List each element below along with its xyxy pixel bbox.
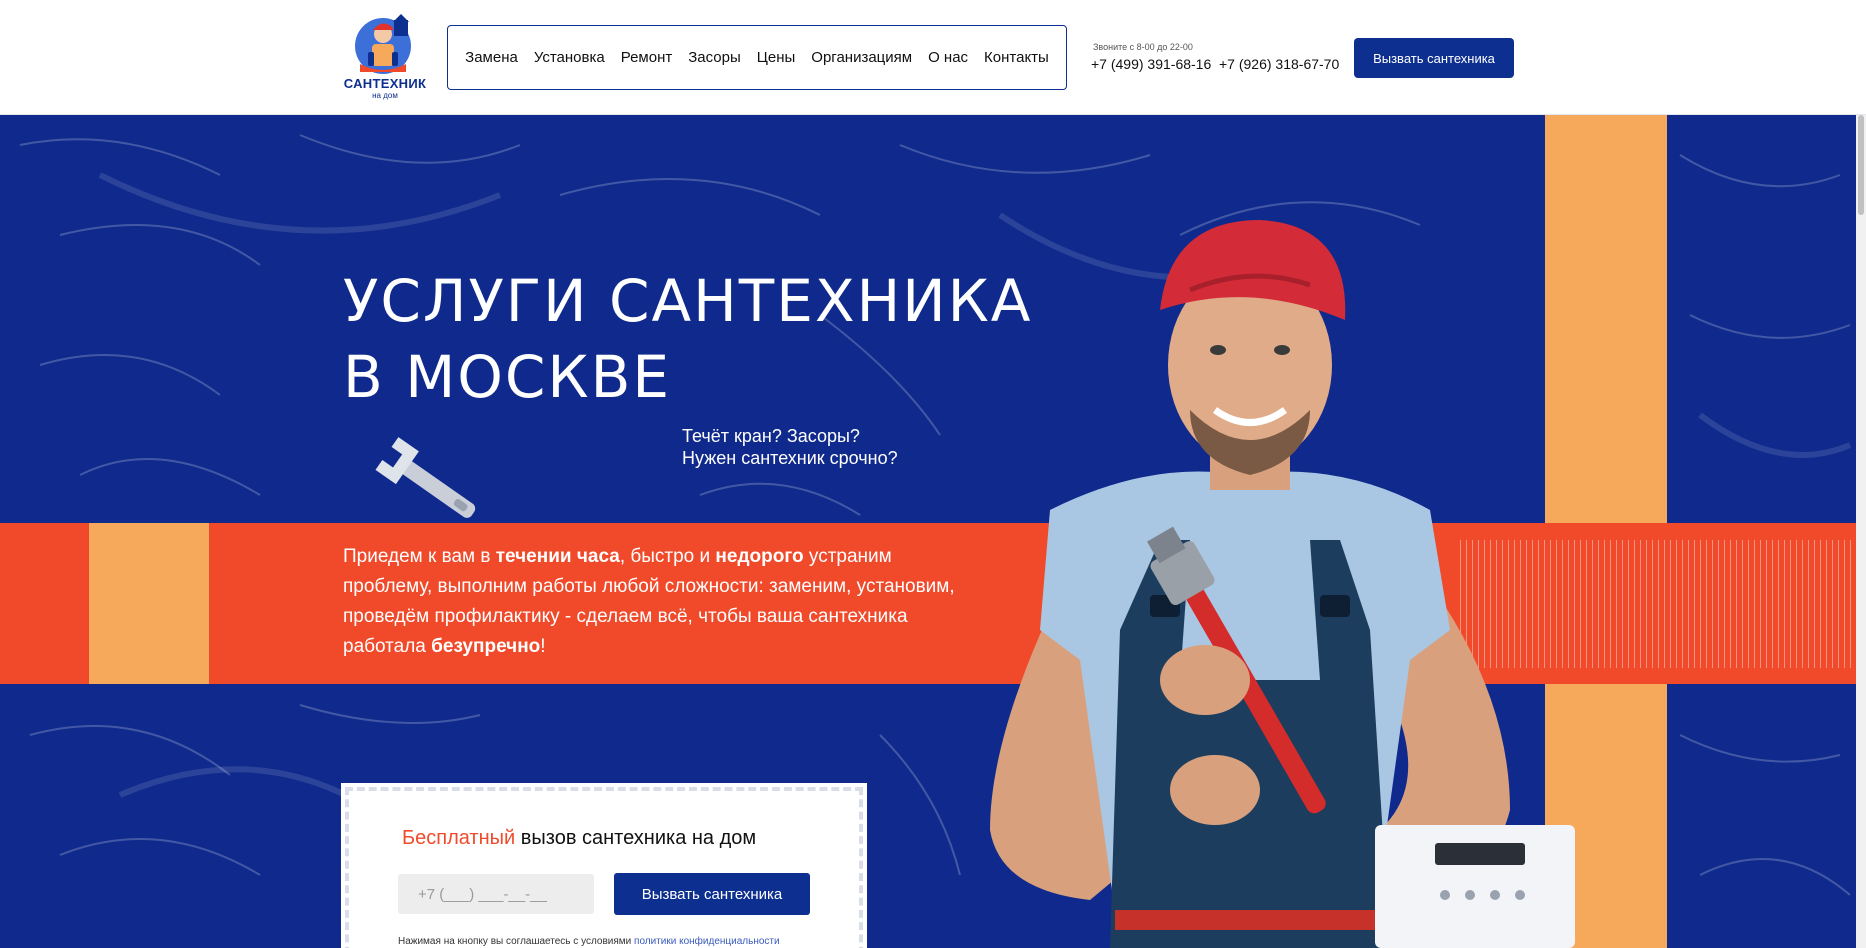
wrench-icon (375, 437, 476, 518)
phone-block: Звоните с 8-00 до 22-00 +7 (499) 391-68-… (1088, 42, 1339, 82)
nav-item-ustanovka[interactable]: Установка (534, 49, 605, 66)
desc-text-2: , быстро и (619, 546, 716, 567)
main-nav: Замена Установка Ремонт Засоры Цены Орга… (447, 25, 1067, 90)
form-call-button[interactable]: Вызвать сантехника (614, 873, 810, 915)
hero-section: УСЛУГИ САНТЕХНИКА В МОСКВЕ Течёт кран? З… (0, 115, 1856, 948)
nav-item-contacts[interactable]: Контакты (984, 49, 1049, 66)
logo[interactable]: САНТЕХНИК на дом (340, 10, 430, 100)
nav-item-remont[interactable]: Ремонт (621, 49, 673, 66)
washing-machine-image (1375, 825, 1575, 948)
hero-title: УСЛУГИ САНТЕХНИКА В МОСКВЕ (343, 263, 1032, 415)
scrollbar-track[interactable] (1856, 115, 1866, 948)
nav-item-zamena[interactable]: Замена (465, 49, 518, 66)
working-hours: Звоните с 8-00 до 22-00 (1093, 42, 1193, 52)
form-heading: Бесплатный вызов сантехника на дом (402, 827, 756, 850)
phone-link-1[interactable]: +7 (499) 391-68-16 (1091, 56, 1211, 72)
nav-item-tseny[interactable]: Цены (757, 49, 796, 66)
scrollbar-thumb[interactable] (1858, 115, 1864, 215)
hero-description: Приедем к вам в течении часа, быстро и н… (343, 542, 963, 662)
hero-title-line-2: В МОСКВЕ (343, 343, 672, 411)
form-heading-accent: Бесплатный (402, 827, 516, 849)
desc-bold-2: недорого (715, 546, 804, 567)
privacy-policy-link[interactable]: политики конфиденциальности (634, 936, 780, 947)
hero-title-line-1: УСЛУГИ САНТЕХНИКА (343, 267, 1033, 335)
plumber-logo-icon (355, 14, 411, 74)
nav-item-about[interactable]: О нас (928, 49, 968, 66)
desc-bold-1: течении часа (495, 546, 620, 567)
phone-link-2[interactable]: +7 (926) 318-67-70 (1219, 56, 1339, 72)
desc-text-1: Приедем к вам в (343, 546, 496, 567)
hero-subtitle-line-1: Течёт кран? Засоры? (682, 426, 860, 446)
logo-subtitle: на дом (372, 91, 398, 100)
logo-title: САНТЕХНИК (343, 76, 427, 91)
hero-subtitle-line-2: Нужен сантехник срочно? (682, 448, 898, 468)
site-header: САНТЕХНИК на дом Замена Установка Ремонт… (0, 0, 1866, 115)
privacy-note: Нажимая на кнопку вы соглашаетесь с усло… (398, 936, 780, 947)
phone-input[interactable] (398, 874, 594, 914)
header-call-button[interactable]: Вызвать сантехника (1354, 38, 1514, 78)
form-heading-text: вызов сантехника на дом (515, 827, 757, 849)
yellow-accent-block (89, 523, 209, 684)
nav-item-organizations[interactable]: Организациям (811, 49, 912, 66)
callback-form-card (341, 783, 867, 948)
desc-bold-3: безупречно (431, 636, 541, 657)
hero-subtitle: Течёт кран? Засоры? Нужен сантехник сроч… (682, 425, 898, 469)
desc-text-4: ! (540, 636, 546, 657)
nav-item-zasory[interactable]: Засоры (688, 49, 741, 66)
privacy-note-text: Нажимая на кнопку вы соглашаетесь с усло… (398, 936, 632, 947)
